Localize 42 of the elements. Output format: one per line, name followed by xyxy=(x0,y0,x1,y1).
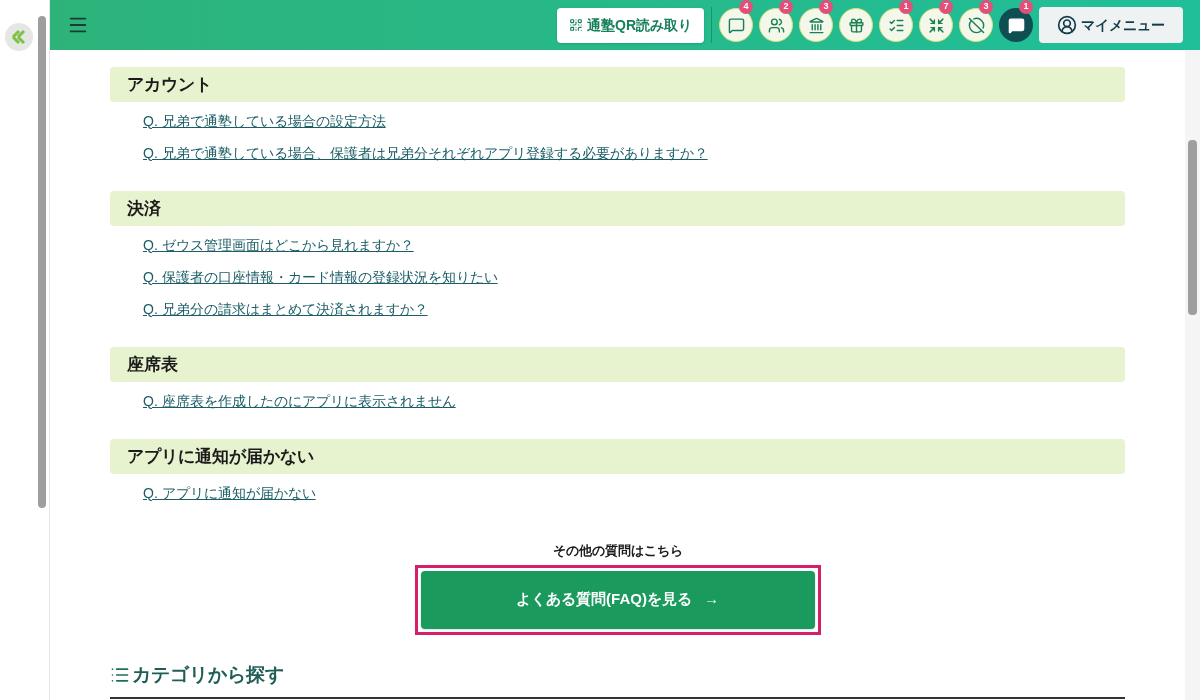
qr-code-icon xyxy=(569,18,583,32)
faq-link[interactable]: Q. 兄弟で通塾している場合、保護者は兄弟分それぞれアプリ登録する必要がありますか？ xyxy=(143,142,708,164)
icon-button[interactable] xyxy=(959,8,993,42)
section-header: アプリに通知が届かない xyxy=(110,439,1125,474)
icon-button[interactable] xyxy=(839,8,873,42)
section-header: 決済 xyxy=(110,191,1125,226)
icon-button[interactable] xyxy=(919,8,953,42)
scrollbar-thumb[interactable] xyxy=(1188,140,1197,315)
faq-link[interactable]: Q. 兄弟分の請求はまとめて決済されますか？ xyxy=(143,298,428,320)
count-badge: 1 xyxy=(1019,0,1033,14)
section-header: 座席表 xyxy=(110,347,1125,382)
count-badge: 1 xyxy=(899,0,913,14)
people-icon xyxy=(767,16,785,34)
icon-button[interactable] xyxy=(759,8,793,42)
count-badge: 3 xyxy=(979,0,993,14)
count-badge: 4 xyxy=(739,0,753,14)
icon-button[interactable] xyxy=(999,8,1033,42)
arrows-icon xyxy=(927,16,945,34)
icon-button[interactable] xyxy=(879,8,913,42)
user-avatar-icon xyxy=(1057,15,1077,35)
crossed-circle-icon xyxy=(967,16,985,34)
faq-link[interactable]: Q. 保護者の口座情報・カード情報の登録状況を知りたい xyxy=(143,266,498,288)
qr-scan-button[interactable]: 通塾QR読み取り xyxy=(557,7,704,43)
bank-icon xyxy=(807,16,825,34)
chat-icon xyxy=(1007,16,1025,34)
faq-button[interactable]: よくある質問(FAQ)を見る → xyxy=(420,570,815,629)
faq-link[interactable]: Q. ゼウス管理画面はどこから見れますか？ xyxy=(143,234,414,256)
more-questions-label: その他の質問はこちら xyxy=(552,542,683,560)
section-header: アカウント xyxy=(110,67,1125,102)
my-menu-button[interactable]: マイメニュー xyxy=(1039,7,1183,43)
faq-link[interactable]: Q. アプリに通知が届かない xyxy=(143,482,316,504)
count-badge: 2 xyxy=(779,0,793,14)
scrollbar-thumb[interactable] xyxy=(38,16,46,508)
gift-icon xyxy=(847,16,865,34)
count-badge: 3 xyxy=(819,0,833,14)
icon-button[interactable] xyxy=(799,8,833,42)
icon-button[interactable] xyxy=(719,8,753,42)
faq-link[interactable]: Q. 座席表を作成したのにアプリに表示されません xyxy=(143,390,456,412)
faq-link[interactable]: Q. 兄弟で通塾している場合の設定方法 xyxy=(143,110,386,132)
category-heading: カテゴリから探す xyxy=(132,662,284,687)
count-badge: 7 xyxy=(939,0,953,14)
speech-bubble-icon xyxy=(727,16,745,34)
